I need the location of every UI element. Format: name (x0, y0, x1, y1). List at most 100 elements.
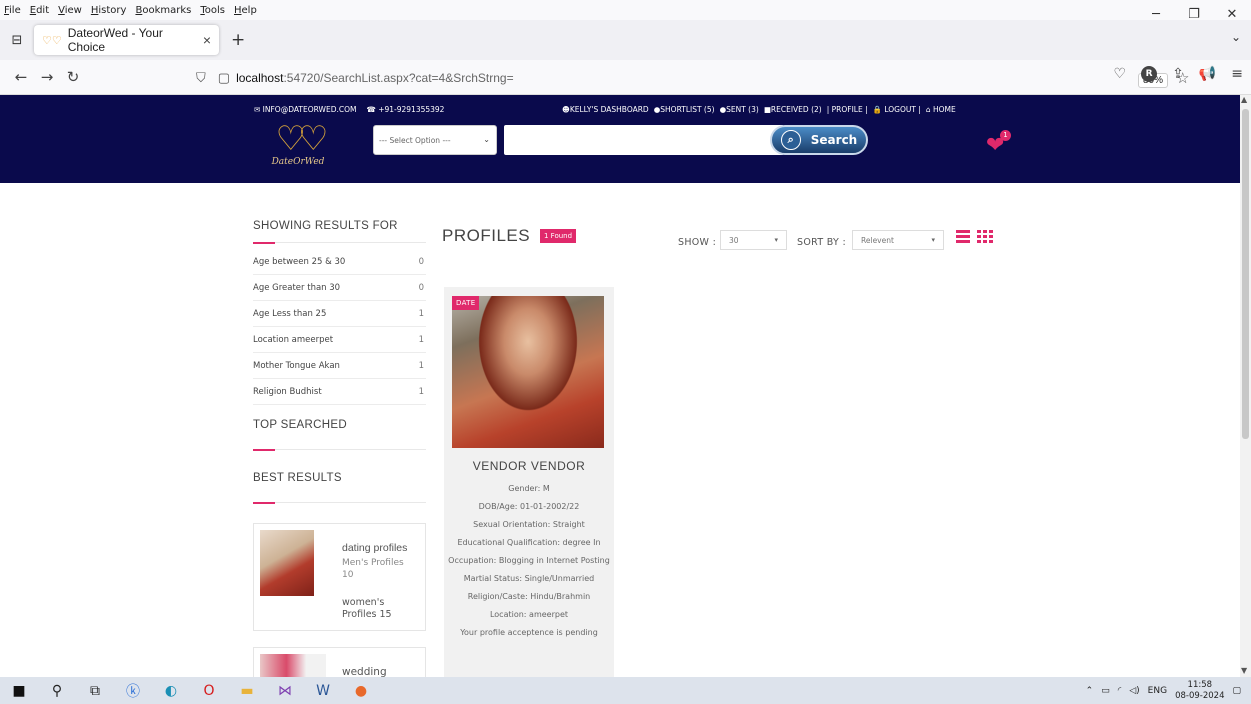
logout-link[interactable]: 🔒 LOGOUT | (873, 105, 921, 114)
chevron-down-icon: ▾ (931, 236, 935, 244)
pocket-icon[interactable]: ♡ (1114, 66, 1127, 82)
menu-file[interactable]: File (4, 5, 21, 16)
best-result-subtitle: Men's Profiles 10 (342, 558, 404, 580)
vertical-scrollbar[interactable]: ▲ ▼ (1240, 95, 1251, 677)
detail-education: Educational Qualification: degree In (457, 538, 601, 547)
category-select[interactable]: --- Select Option --- ⌄ (373, 125, 497, 155)
account-avatar[interactable]: R (1141, 66, 1158, 82)
filter-item[interactable]: Age Less than 25 1 (253, 301, 426, 327)
battery-icon[interactable]: ▭ (1101, 686, 1110, 696)
dashboard-link[interactable]: ☻KELLY'S DASHBOARD (562, 105, 649, 114)
menu-edit[interactable]: Edit (30, 5, 49, 16)
menu-tools[interactable]: Tools (200, 5, 225, 16)
scroll-up-icon[interactable]: ▲ (1241, 95, 1247, 104)
grid-view-icon[interactable] (977, 230, 993, 244)
search-icon[interactable]: ⚲ (38, 683, 76, 699)
email-text: ✉ INFO@DATEORWED.COM (254, 105, 357, 114)
scroll-down-icon[interactable]: ▼ (1241, 666, 1247, 675)
share-icon[interactable]: ⇪ (1172, 66, 1184, 82)
word-icon[interactable]: W (304, 683, 342, 699)
hamburger-menu-icon[interactable]: ≡ (1231, 66, 1243, 82)
found-badge: 1 Found (540, 229, 577, 243)
best-result-image (260, 654, 326, 677)
search-icon: ⌕ (780, 130, 801, 150)
search-input[interactable] (504, 125, 784, 155)
detail-status: Your profile acceptence is pending (460, 628, 598, 637)
windows-start-icon[interactable]: ■ (0, 683, 38, 699)
tab-active[interactable]: ♡♡ DateorWed - Your Choice × (34, 25, 219, 55)
filter-item[interactable]: Mother Tongue Akan 1 (253, 353, 426, 379)
page-viewport: ✉ INFO@DATEORWED.COM ☎ +91-9291355392 ☻K… (0, 95, 1251, 677)
best-result-title[interactable]: dating profiles (342, 542, 407, 554)
chevron-up-icon[interactable]: ⌃ (1086, 686, 1094, 696)
filter-item[interactable]: Age Greater than 30 0 (253, 275, 426, 301)
language-indicator[interactable]: ENG (1148, 686, 1167, 696)
profile-details: Gender: M DOB/Age: 01-01-2002/22 Sexual … (448, 483, 610, 645)
hearts-logo-icon: ♡♡ (275, 119, 329, 159)
divider (253, 449, 426, 451)
menu-history[interactable]: History (91, 5, 127, 16)
navigation-bar: ← → ↻ ⛉ ▢ localhost:54720/SearchList.asp… (0, 60, 1251, 95)
profile-name[interactable]: VENDOR VENDOR (444, 459, 614, 473)
show-label: SHOW : (678, 237, 717, 248)
received-link[interactable]: ■RECEIVED (2) (764, 105, 822, 114)
divider (253, 242, 426, 244)
best-results-title: BEST RESULTS (253, 472, 342, 484)
shield-icon[interactable]: ⛉ (196, 70, 206, 86)
list-view-icon[interactable] (956, 230, 970, 244)
menu-bar: File Edit View History Bookmarks Tools H… (0, 0, 1251, 20)
task-view-icon[interactable]: ⧉ (76, 683, 114, 699)
search-button[interactable]: ⌕ Search (770, 125, 868, 155)
chevron-down-icon[interactable]: ⌄ (1231, 30, 1241, 44)
url-path: :54720/SearchList.aspx?cat=4&SrchStrng= (283, 70, 514, 85)
volume-icon[interactable]: ◁) (1129, 686, 1139, 696)
visual-studio-icon[interactable]: ⋈ (266, 683, 304, 699)
site-logo[interactable]: ♡♡ DateOrWed (260, 119, 336, 173)
toolbar-right: ♡ R ⇪ 📢 ≡ (1114, 66, 1243, 82)
menu-help[interactable]: Help (234, 5, 257, 16)
sort-select[interactable]: Relevent ▾ (852, 230, 944, 250)
logo-text: DateOrWed (271, 157, 325, 167)
menu-view[interactable]: View (58, 5, 82, 16)
shortlist-link[interactable]: ●SHORTLIST (5) (654, 105, 715, 114)
best-result-card[interactable]: dating profiles Men's Profiles 10 women'… (253, 523, 426, 631)
k-app-icon[interactable]: ⓚ (114, 681, 152, 701)
edge-icon[interactable]: ◐ (152, 683, 190, 699)
reload-icon[interactable]: ↻ (60, 68, 86, 86)
best-result-title[interactable]: wedding (342, 666, 387, 677)
best-result-card[interactable]: wedding (253, 647, 426, 677)
menu-bookmarks[interactable]: Bookmarks (135, 5, 191, 16)
detail-location: Location: ameerpet (489, 610, 569, 619)
date-tag: DATE (452, 296, 480, 310)
notification-icon[interactable]: ▢ (1232, 686, 1241, 696)
forward-icon[interactable]: → (34, 68, 60, 86)
scrollbar-thumb[interactable] (1242, 109, 1249, 439)
sort-label: SORT BY : (797, 237, 846, 248)
tab-close-icon[interactable]: × (203, 32, 211, 48)
filter-item[interactable]: Religion Budhist 1 (253, 379, 426, 405)
filter-item[interactable]: Age between 25 & 30 0 (253, 249, 426, 275)
wifi-icon[interactable]: ◜ (1118, 686, 1122, 696)
profile-link[interactable]: | PROFILE | (827, 105, 868, 114)
file-explorer-icon[interactable]: ▬ (228, 683, 266, 699)
opera-icon[interactable]: O (190, 683, 228, 699)
taskbar: ■ ⚲ ⧉ ⓚ ◐ O ▬ ⋈ W ● ⌃ ▭ ◜ ◁) ENG 11:58 0… (0, 677, 1251, 704)
url-bar[interactable]: ⛉ ▢ localhost:54720/SearchList.aspx?cat=… (190, 64, 1189, 91)
firefox-icon[interactable]: ● (342, 683, 380, 699)
chevron-down-icon: ⌄ (483, 135, 490, 144)
profile-photo[interactable] (452, 296, 604, 448)
top-links: ☻KELLY'S DASHBOARD ●SHORTLIST (5) ●SENT … (562, 105, 956, 114)
favorites-heart-icon[interactable]: ❤ 1 (986, 130, 1011, 157)
show-select[interactable]: 30 ▾ (720, 230, 787, 250)
megaphone-icon[interactable]: 📢 (1199, 66, 1216, 82)
tab-list-icon[interactable]: ⊟ (0, 33, 34, 48)
home-link[interactable]: ⌂ HOME (926, 105, 956, 114)
sent-link[interactable]: ●SENT (3) (720, 105, 759, 114)
system-tray: ⌃ ▭ ◜ ◁) ENG 11:58 08-09-2024 ▢ (1086, 677, 1241, 704)
filter-item[interactable]: Location ameerpet 1 (253, 327, 426, 353)
clock[interactable]: 11:58 08-09-2024 (1175, 680, 1224, 702)
back-icon[interactable]: ← (8, 68, 34, 86)
new-tab-icon[interactable]: + (231, 30, 245, 50)
top-searched-title: TOP SEARCHED (253, 419, 347, 431)
profile-card[interactable]: DATE VENDOR VENDOR Gender: M DOB/Age: 01… (444, 287, 614, 677)
